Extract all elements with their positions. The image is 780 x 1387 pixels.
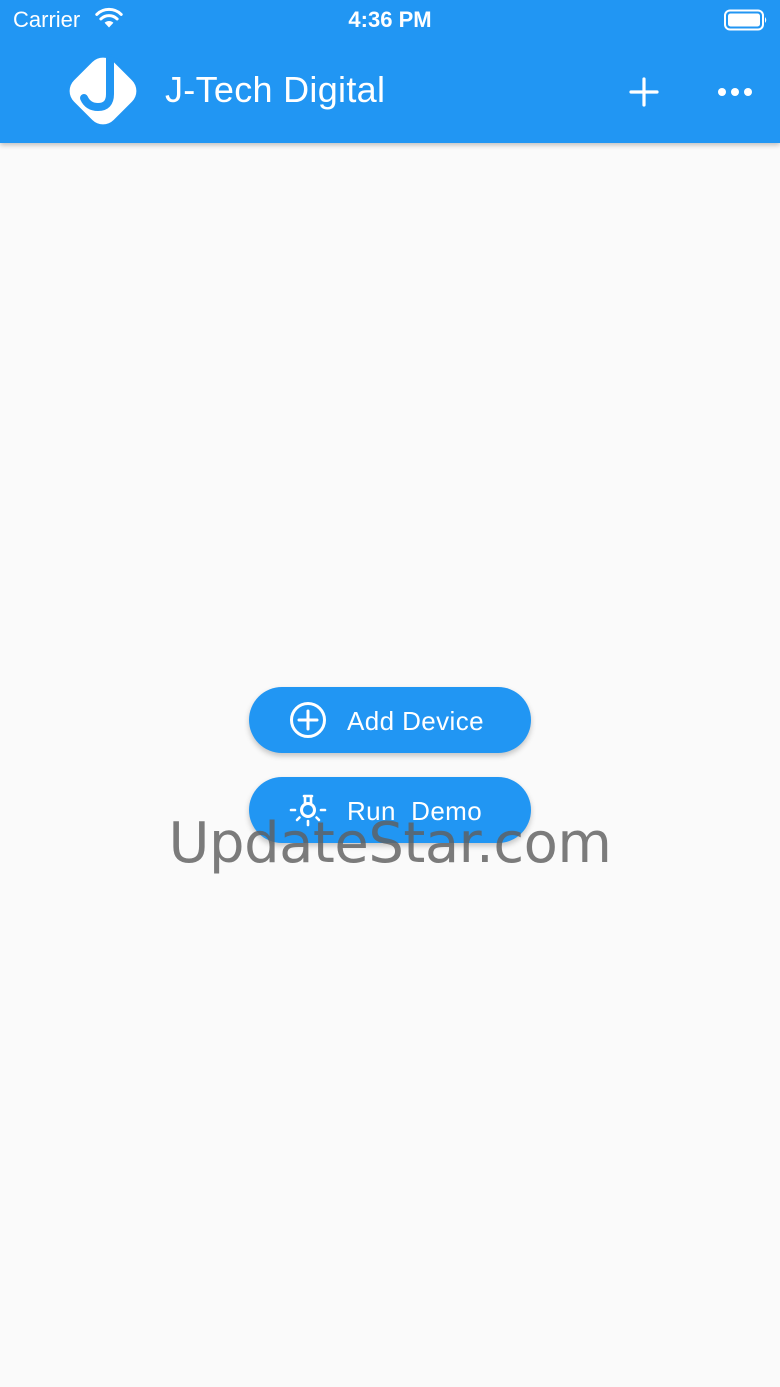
- main-content: Add Device Run Demo UpdateStar.com: [0, 143, 780, 1387]
- run-demo-button[interactable]: Run Demo: [249, 777, 531, 843]
- status-time: 4:36 PM: [348, 7, 432, 32]
- plus-icon: [629, 77, 659, 107]
- more-options-button[interactable]: [713, 70, 757, 114]
- add-button[interactable]: [622, 70, 666, 114]
- more-horizontal-icon: [718, 88, 752, 96]
- app-bar: J-Tech Digital: [0, 40, 780, 143]
- run-demo-label: Run Demo: [347, 796, 483, 826]
- status-bar: Carrier 4:36 PM: [0, 0, 780, 40]
- jtech-logo: [69, 54, 137, 125]
- add-device-button[interactable]: Add Device: [249, 687, 531, 753]
- battery-full-icon: [724, 9, 767, 31]
- add-circle-icon: [290, 702, 326, 738]
- add-device-label: Add Device: [347, 706, 484, 736]
- light-bulb-icon: [289, 794, 327, 827]
- header: Carrier 4:36 PM J-Tech Digital: [0, 0, 780, 143]
- app-title: J-Tech Digital: [165, 69, 386, 110]
